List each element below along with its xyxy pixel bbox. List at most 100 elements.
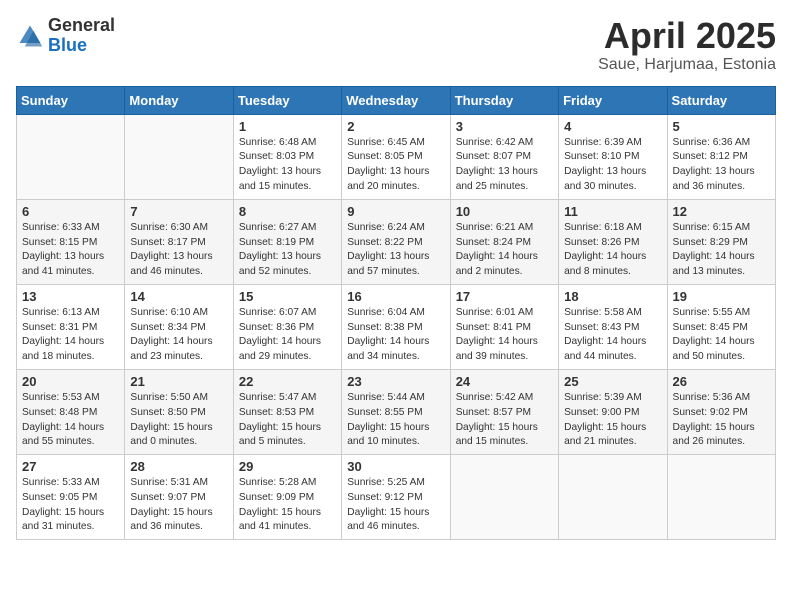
day-detail: Sunrise: 6:27 AM Sunset: 8:19 PM Dayligh…	[239, 221, 336, 280]
weekday-header-wednesday: Wednesday	[342, 86, 450, 114]
day-detail: Sunrise: 5:44 AM Sunset: 8:55 PM Dayligh…	[347, 391, 444, 450]
weekday-header-friday: Friday	[559, 86, 667, 114]
logo: General Blue	[16, 16, 115, 56]
day-detail: Sunrise: 5:39 AM Sunset: 9:00 PM Dayligh…	[564, 391, 661, 450]
calendar-cell: 27 Sunrise: 5:33 AM Sunset: 9:05 PM Dayli…	[17, 455, 125, 540]
calendar-cell: 5 Sunrise: 6:36 AM Sunset: 8:12 PM Daylig…	[667, 114, 775, 199]
calendar-cell: 26Sunrise: 5:36 AM Sunset: 9:02 PM Dayli…	[667, 369, 775, 454]
week-row-1: 1 Sunrise: 6:48 AM Sunset: 8:03 PM Daylig…	[17, 114, 776, 199]
day-detail: Sunrise: 6:36 AM Sunset: 8:12 PM Dayligh…	[673, 136, 770, 195]
day-number: 18	[564, 289, 661, 304]
calendar-cell: 23 Sunrise: 5:44 AM Sunset: 8:55 PM Dayli…	[342, 369, 450, 454]
calendar-cell: 8 Sunrise: 6:27 AM Sunset: 8:19 PM Daylig…	[233, 199, 341, 284]
calendar-cell: 6 Sunrise: 6:33 AM Sunset: 8:15 PM Daylig…	[17, 199, 125, 284]
day-number: 6	[22, 204, 119, 219]
day-number: 30	[347, 459, 444, 474]
day-detail: Sunrise: 6:33 AM Sunset: 8:15 PM Dayligh…	[22, 221, 119, 280]
day-detail: Sunrise: 5:28 AM Sunset: 9:09 PM Dayligh…	[239, 476, 336, 535]
day-number: 15	[239, 289, 336, 304]
calendar-cell: 7 Sunrise: 6:30 AM Sunset: 8:17 PM Daylig…	[125, 199, 233, 284]
day-number: 22	[239, 374, 336, 389]
calendar-cell: 16Sunrise: 6:04 AM Sunset: 8:38 PM Dayli…	[342, 284, 450, 369]
week-row-2: 6 Sunrise: 6:33 AM Sunset: 8:15 PM Daylig…	[17, 199, 776, 284]
weekday-header-sunday: Sunday	[17, 86, 125, 114]
day-number: 24	[456, 374, 553, 389]
logo-blue-text: Blue	[48, 36, 115, 56]
day-detail: Sunrise: 6:45 AM Sunset: 8:05 PM Dayligh…	[347, 136, 444, 195]
calendar-table: SundayMondayTuesdayWednesdayThursdayFrid…	[16, 86, 776, 541]
calendar-title: April 2025	[598, 16, 776, 56]
day-number: 26	[673, 374, 770, 389]
calendar-cell: 3Sunrise: 6:42 AM Sunset: 8:07 PM Daylig…	[450, 114, 558, 199]
calendar-cell: 12 Sunrise: 6:15 AM Sunset: 8:29 PM Dayli…	[667, 199, 775, 284]
day-number: 28	[130, 459, 227, 474]
day-detail: Sunrise: 5:33 AM Sunset: 9:05 PM Dayligh…	[22, 476, 119, 535]
day-number: 14	[130, 289, 227, 304]
calendar-cell: 20Sunrise: 5:53 AM Sunset: 8:48 PM Dayli…	[17, 369, 125, 454]
calendar-cell: 29 Sunrise: 5:28 AM Sunset: 9:09 PM Dayli…	[233, 455, 341, 540]
day-detail: Sunrise: 6:01 AM Sunset: 8:41 PM Dayligh…	[456, 306, 553, 365]
day-detail: Sunrise: 5:50 AM Sunset: 8:50 PM Dayligh…	[130, 391, 227, 450]
day-detail: Sunrise: 5:42 AM Sunset: 8:57 PM Dayligh…	[456, 391, 553, 450]
calendar-cell: 24 Sunrise: 5:42 AM Sunset: 8:57 PM Dayli…	[450, 369, 558, 454]
calendar-cell: 17 Sunrise: 6:01 AM Sunset: 8:41 PM Dayli…	[450, 284, 558, 369]
day-number: 1	[239, 119, 336, 134]
day-detail: Sunrise: 6:30 AM Sunset: 8:17 PM Dayligh…	[130, 221, 227, 280]
calendar-cell: 22 Sunrise: 5:47 AM Sunset: 8:53 PM Dayli…	[233, 369, 341, 454]
calendar-cell: 1 Sunrise: 6:48 AM Sunset: 8:03 PM Daylig…	[233, 114, 341, 199]
calendar-cell: 18Sunrise: 5:58 AM Sunset: 8:43 PM Dayli…	[559, 284, 667, 369]
day-detail: Sunrise: 6:10 AM Sunset: 8:34 PM Dayligh…	[130, 306, 227, 365]
day-number: 5	[673, 119, 770, 134]
day-detail: Sunrise: 6:39 AM Sunset: 8:10 PM Dayligh…	[564, 136, 661, 195]
day-number: 12	[673, 204, 770, 219]
weekday-header-saturday: Saturday	[667, 86, 775, 114]
calendar-cell: 28 Sunrise: 5:31 AM Sunset: 9:07 PM Dayli…	[125, 455, 233, 540]
weekday-header-monday: Monday	[125, 86, 233, 114]
day-number: 10	[456, 204, 553, 219]
calendar-cell: 13Sunrise: 6:13 AM Sunset: 8:31 PM Dayli…	[17, 284, 125, 369]
calendar-cell: 19 Sunrise: 5:55 AM Sunset: 8:45 PM Dayli…	[667, 284, 775, 369]
day-detail: Sunrise: 5:47 AM Sunset: 8:53 PM Dayligh…	[239, 391, 336, 450]
day-number: 20	[22, 374, 119, 389]
calendar-cell	[125, 114, 233, 199]
week-row-5: 27 Sunrise: 5:33 AM Sunset: 9:05 PM Dayli…	[17, 455, 776, 540]
logo-general-text: General	[48, 16, 115, 36]
day-number: 23	[347, 374, 444, 389]
day-detail: Sunrise: 6:24 AM Sunset: 8:22 PM Dayligh…	[347, 221, 444, 280]
calendar-cell	[450, 455, 558, 540]
day-number: 27	[22, 459, 119, 474]
calendar-cell: 2 Sunrise: 6:45 AM Sunset: 8:05 PM Daylig…	[342, 114, 450, 199]
day-number: 29	[239, 459, 336, 474]
day-detail: Sunrise: 6:42 AM Sunset: 8:07 PM Dayligh…	[456, 136, 553, 195]
day-detail: Sunrise: 5:55 AM Sunset: 8:45 PM Dayligh…	[673, 306, 770, 365]
calendar-location: Saue, Harjumaa, Estonia	[598, 56, 776, 74]
title-block: April 2025 Saue, Harjumaa, Estonia	[598, 16, 776, 74]
calendar-cell: 25Sunrise: 5:39 AM Sunset: 9:00 PM Dayli…	[559, 369, 667, 454]
day-detail: Sunrise: 6:21 AM Sunset: 8:24 PM Dayligh…	[456, 221, 553, 280]
day-detail: Sunrise: 6:15 AM Sunset: 8:29 PM Dayligh…	[673, 221, 770, 280]
page-header: General Blue April 2025 Saue, Harjumaa, …	[16, 16, 776, 74]
weekday-header-row: SundayMondayTuesdayWednesdayThursdayFrid…	[17, 86, 776, 114]
day-number: 2	[347, 119, 444, 134]
day-detail: Sunrise: 6:18 AM Sunset: 8:26 PM Dayligh…	[564, 221, 661, 280]
day-detail: Sunrise: 5:25 AM Sunset: 9:12 PM Dayligh…	[347, 476, 444, 535]
calendar-cell	[559, 455, 667, 540]
day-number: 19	[673, 289, 770, 304]
day-number: 17	[456, 289, 553, 304]
calendar-cell: 30 Sunrise: 5:25 AM Sunset: 9:12 PM Dayli…	[342, 455, 450, 540]
day-detail: Sunrise: 5:31 AM Sunset: 9:07 PM Dayligh…	[130, 476, 227, 535]
day-number: 9	[347, 204, 444, 219]
calendar-cell: 10 Sunrise: 6:21 AM Sunset: 8:24 PM Dayli…	[450, 199, 558, 284]
calendar-cell: 11 Sunrise: 6:18 AM Sunset: 8:26 PM Dayli…	[559, 199, 667, 284]
day-number: 16	[347, 289, 444, 304]
day-detail: Sunrise: 6:13 AM Sunset: 8:31 PM Dayligh…	[22, 306, 119, 365]
calendar-cell	[667, 455, 775, 540]
day-detail: Sunrise: 6:07 AM Sunset: 8:36 PM Dayligh…	[239, 306, 336, 365]
day-number: 7	[130, 204, 227, 219]
day-number: 4	[564, 119, 661, 134]
day-number: 11	[564, 204, 661, 219]
day-detail: Sunrise: 6:48 AM Sunset: 8:03 PM Dayligh…	[239, 136, 336, 195]
day-number: 8	[239, 204, 336, 219]
calendar-cell: 9 Sunrise: 6:24 AM Sunset: 8:22 PM Daylig…	[342, 199, 450, 284]
weekday-header-thursday: Thursday	[450, 86, 558, 114]
